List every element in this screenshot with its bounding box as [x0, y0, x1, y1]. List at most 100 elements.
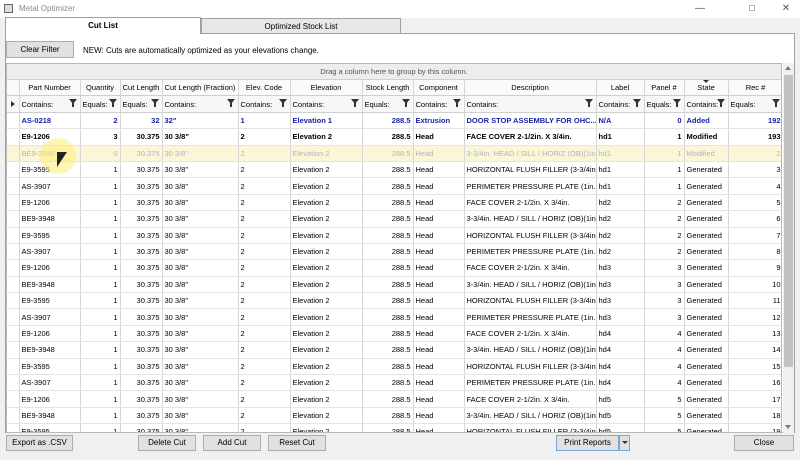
- cell-cut-length[interactable]: 30.375: [120, 243, 163, 261]
- cell-cut-length[interactable]: 30.375: [120, 325, 163, 343]
- table-row[interactable]: AS-3907 1 30.375 30 3/8" 2 Elevation 2 288.5 He…: [7, 308, 781, 326]
- cell-panel[interactable]: 2: [644, 243, 685, 261]
- cell-component[interactable]: Head: [413, 292, 465, 310]
- table-row[interactable]: BE9-3948 1 30.375 30 3/8" 2 Elevation 2 288.5 H…: [7, 276, 781, 294]
- cell-label[interactable]: hd2: [596, 194, 645, 212]
- cell-state[interactable]: Generated: [684, 341, 729, 359]
- filter-cell-component[interactable]: Contains:: [413, 95, 465, 113]
- cell-rec[interactable]: 4: [728, 177, 781, 195]
- cell-elevation[interactable]: Elevation 2: [290, 423, 363, 432]
- cell-stock-length[interactable]: 288.5: [362, 227, 414, 244]
- cell-label[interactable]: hd1: [596, 128, 645, 146]
- minimize-icon[interactable]: —: [686, 0, 714, 18]
- cell-description[interactable]: 3-3/4in. HEAD / SILL / HORIZ (OB)(1in...: [464, 407, 597, 425]
- close-icon[interactable]: ✕: [772, 0, 800, 18]
- cell-label[interactable]: hd5: [596, 423, 645, 432]
- column-header-quantity[interactable]: Quantity: [80, 80, 121, 97]
- row-indicator[interactable]: [7, 112, 20, 130]
- filter-funnel-icon[interactable]: [108, 99, 117, 108]
- cell-cut-length[interactable]: 30.375: [120, 227, 163, 244]
- filter-cell-cut-length-fraction[interactable]: Contains:: [162, 95, 239, 113]
- cell-cut-length[interactable]: 30.375: [120, 374, 163, 392]
- cell-elevation[interactable]: Elevation 2: [290, 390, 363, 408]
- cell-elevation[interactable]: Elevation 2: [290, 259, 363, 277]
- cell-component[interactable]: Head: [413, 358, 465, 376]
- cell-label[interactable]: hd1: [596, 177, 645, 195]
- cell-component[interactable]: Head: [413, 407, 465, 425]
- column-header-rec[interactable]: Rec #: [728, 80, 781, 97]
- delete-cut-button[interactable]: Delete Cut: [138, 435, 196, 451]
- cell-panel[interactable]: 3: [644, 308, 685, 326]
- cell-cut-length-fraction[interactable]: 30 3/8": [162, 194, 239, 212]
- cell-panel[interactable]: 3: [644, 259, 685, 277]
- scroll-down-icon[interactable]: [785, 425, 791, 429]
- cell-part-number[interactable]: E9-1206: [19, 390, 81, 408]
- cell-elevation[interactable]: Elevation 2: [290, 407, 363, 425]
- cell-component[interactable]: Head: [413, 390, 465, 408]
- cell-stock-length[interactable]: 288.5: [362, 194, 414, 212]
- cell-rec[interactable]: 16: [728, 374, 781, 392]
- cell-elevation[interactable]: Elevation 2: [290, 177, 363, 195]
- row-indicator[interactable]: [7, 177, 20, 195]
- scroll-thumb[interactable]: [784, 75, 793, 367]
- vertical-scrollbar[interactable]: [783, 63, 794, 433]
- cell-quantity[interactable]: 1: [80, 407, 121, 425]
- cell-rec[interactable]: 7: [728, 227, 781, 244]
- cell-description[interactable]: 3-3/4in. HEAD / SILL / HORIZ (OB)(1in...: [464, 341, 597, 359]
- cell-component[interactable]: Head: [413, 423, 465, 432]
- cell-rec[interactable]: 15: [728, 358, 781, 376]
- cell-quantity[interactable]: 1: [80, 292, 121, 310]
- table-row[interactable]: AS-3907 1 30.375 30 3/8" 2 Elevation 2 288.5 He…: [7, 177, 781, 195]
- cell-rec[interactable]: 17: [728, 390, 781, 408]
- filter-cell-quantity[interactable]: Equals:: [80, 95, 121, 113]
- cell-rec[interactable]: 8: [728, 243, 781, 261]
- cell-label[interactable]: hd2: [596, 210, 645, 228]
- cell-quantity[interactable]: 3: [80, 128, 121, 146]
- cell-description[interactable]: FACE COVER 2-1/2in. X 3/4in.: [464, 259, 597, 277]
- cell-cut-length[interactable]: 32: [120, 112, 163, 130]
- cell-quantity[interactable]: 1: [80, 390, 121, 408]
- cell-cut-length[interactable]: 30.375: [120, 128, 163, 146]
- column-header-part-number[interactable]: Part Number: [19, 80, 81, 97]
- row-indicator[interactable]: [7, 194, 20, 212]
- cell-component[interactable]: Head: [413, 227, 465, 244]
- tab-optimized-stock-list[interactable]: Optimized Stock List: [201, 18, 401, 33]
- cell-rec[interactable]: 3: [728, 161, 781, 179]
- row-indicator[interactable]: [7, 276, 20, 294]
- cell-elev-code[interactable]: 2: [238, 407, 291, 425]
- cell-panel[interactable]: 3: [644, 276, 685, 294]
- cell-description[interactable]: PERIMETER PRESSURE PLATE (1in. GL): [464, 308, 597, 326]
- cell-cut-length-fraction[interactable]: 30 3/8": [162, 276, 239, 294]
- print-reports-button[interactable]: Print Reports: [556, 435, 619, 451]
- table-row[interactable]: AS-3907 1 30.375 30 3/8" 2 Elevation 2 288.5 He…: [7, 374, 781, 392]
- cell-description[interactable]: HORIZONTAL FLUSH FILLER (3-3/4in...: [464, 161, 597, 179]
- cell-elev-code[interactable]: 2: [238, 227, 291, 244]
- table-row[interactable]: BE9-3948 0 30.375 30 3/8" 2 Elevation 2 288.5 H…: [7, 145, 781, 162]
- add-cut-button[interactable]: Add Cut: [203, 435, 261, 451]
- cell-panel[interactable]: 5: [644, 407, 685, 425]
- row-indicator[interactable]: [7, 259, 20, 277]
- column-header-elev-code[interactable]: Elev. Code: [238, 80, 291, 97]
- tab-cut-list[interactable]: Cut List: [5, 17, 201, 34]
- cell-cut-length-fraction[interactable]: 30 3/8": [162, 308, 239, 326]
- cell-cut-length-fraction[interactable]: 30 3/8": [162, 259, 239, 277]
- cell-cut-length-fraction[interactable]: 30 3/8": [162, 358, 239, 376]
- cell-state[interactable]: Generated: [684, 407, 729, 425]
- column-header-component[interactable]: Component: [413, 80, 465, 97]
- row-indicator[interactable]: [7, 145, 20, 162]
- cell-panel[interactable]: 4: [644, 325, 685, 343]
- export-csv-button[interactable]: Export as .CSV: [6, 435, 73, 451]
- cell-state[interactable]: Generated: [684, 390, 729, 408]
- cell-state[interactable]: Generated: [684, 325, 729, 343]
- cell-panel[interactable]: 4: [644, 341, 685, 359]
- cell-description[interactable]: FACE COVER 2-1/2in. X 3/4in.: [464, 325, 597, 343]
- cell-elevation[interactable]: Elevation 2: [290, 341, 363, 359]
- cell-cut-length-fraction[interactable]: 30 3/8": [162, 374, 239, 392]
- cell-label[interactable]: hd5: [596, 407, 645, 425]
- cell-stock-length[interactable]: 288.5: [362, 112, 414, 130]
- cell-label[interactable]: hd3: [596, 292, 645, 310]
- cell-stock-length[interactable]: 288.5: [362, 145, 414, 162]
- cell-elevation[interactable]: Elevation 2: [290, 276, 363, 294]
- cell-elevation[interactable]: Elevation 2: [290, 292, 363, 310]
- filter-funnel-icon[interactable]: [68, 99, 77, 108]
